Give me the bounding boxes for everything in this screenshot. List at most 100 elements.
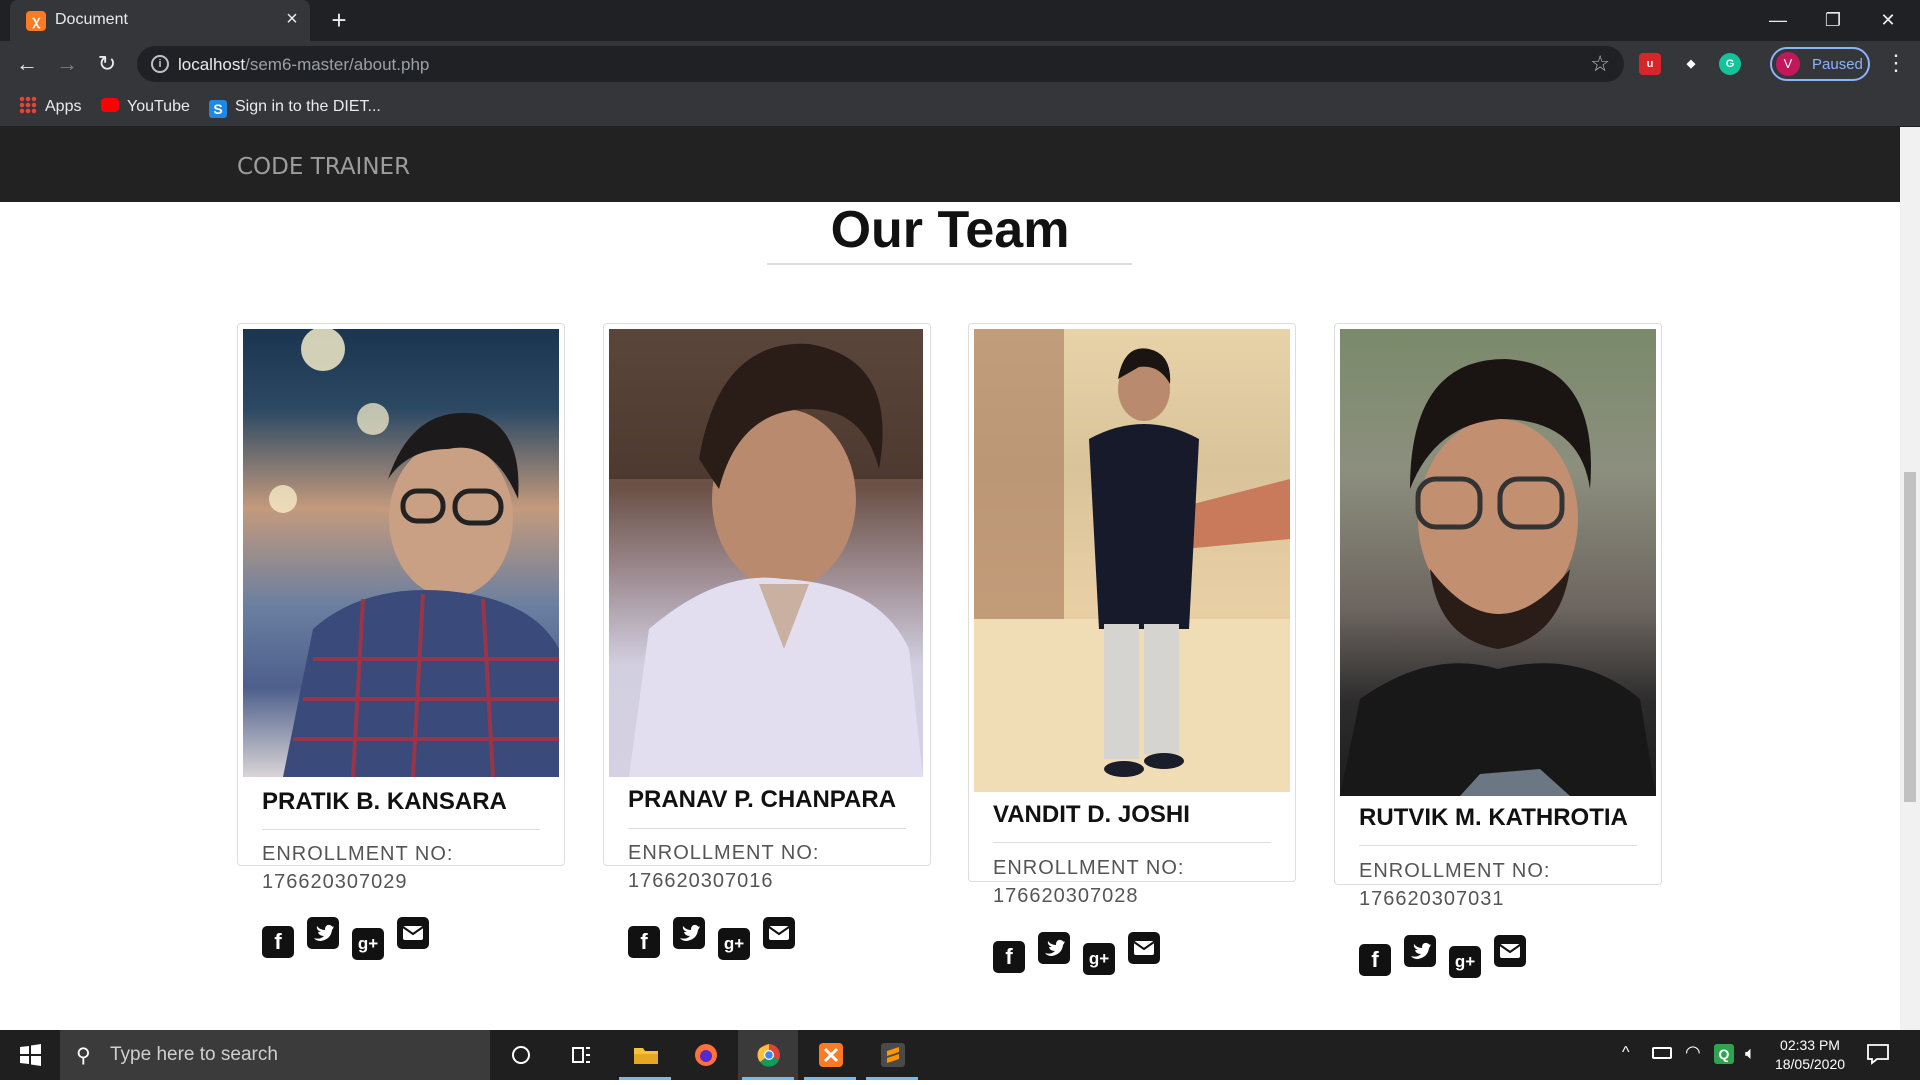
- envelope-icon[interactable]: [397, 917, 429, 949]
- reload-button[interactable]: ↻: [93, 50, 121, 78]
- social-links: f g+: [993, 932, 1173, 975]
- s-logo-icon: S: [209, 100, 227, 118]
- envelope-icon[interactable]: [1494, 935, 1526, 967]
- close-tab-icon[interactable]: ×: [280, 7, 304, 31]
- bookmarks-bar: Apps YouTube S Sign in to the DIET...: [0, 87, 1920, 127]
- chevron-up-icon[interactable]: ^: [1622, 1044, 1630, 1062]
- site-brand-link[interactable]: CODE TRAINER: [237, 154, 410, 180]
- page-viewport: CODE TRAINER Our Team PRATIK B. KANSARA …: [0, 127, 1900, 1030]
- twitter-icon[interactable]: [307, 917, 339, 949]
- taskbar-firefox[interactable]: [675, 1030, 735, 1080]
- restore-window-button[interactable]: ❐: [1810, 4, 1856, 36]
- taskbar-xampp[interactable]: [800, 1030, 860, 1080]
- clock-date: 18/05/2020: [1774, 1056, 1846, 1072]
- google-plus-icon[interactable]: g+: [1449, 946, 1481, 978]
- task-view-icon: [572, 1047, 590, 1063]
- apps-grid-icon: [19, 96, 37, 114]
- avatar: V: [1776, 52, 1800, 76]
- browser-toolbar: ← → ↻ i localhost/sem6-master/about.php …: [0, 41, 1920, 87]
- google-plus-icon[interactable]: g+: [1083, 943, 1115, 975]
- wifi-icon[interactable]: ◠: [1685, 1042, 1701, 1063]
- envelope-icon[interactable]: [763, 917, 795, 949]
- forward-button[interactable]: →: [53, 50, 81, 78]
- q-app-icon[interactable]: Q: [1714, 1044, 1734, 1064]
- twitter-icon[interactable]: [1038, 932, 1070, 964]
- envelope-icon[interactable]: [1128, 932, 1160, 964]
- member-name: VANDIT D. JOSHI: [993, 801, 1190, 828]
- google-plus-icon[interactable]: g+: [718, 928, 750, 960]
- facebook-icon[interactable]: f: [628, 926, 660, 958]
- site-info-icon[interactable]: i: [151, 55, 169, 73]
- back-button[interactable]: ←: [13, 50, 41, 78]
- xampp-icon: [819, 1043, 843, 1067]
- google-plus-icon[interactable]: g+: [352, 928, 384, 960]
- diamond-extension-icon[interactable]: ◆: [1680, 53, 1702, 75]
- volume-icon[interactable]: 🔈︎: [1745, 1043, 1756, 1064]
- bookmark-apps[interactable]: Apps: [19, 96, 81, 118]
- address-bar[interactable]: i localhost/sem6-master/about.php ☆: [137, 46, 1624, 82]
- windows-taskbar: ⚲ Type here to search ^ ◠ Q 🔈︎ 02:33 PM …: [0, 1030, 1920, 1080]
- team-member-card: RUTVIK M. KATHROTIA ENROLLMENT NO: 176620…: [1334, 323, 1662, 978]
- site-navbar: CODE TRAINER: [0, 127, 1900, 202]
- firefox-icon: [695, 1044, 717, 1066]
- facebook-icon[interactable]: f: [1359, 944, 1391, 976]
- browser-tab-strip: ꭓ Document × + — ❐ ✕: [0, 0, 1920, 41]
- member-photo: [974, 329, 1290, 792]
- search-icon: ⚲: [76, 1045, 91, 1067]
- cortana-circle-icon: [512, 1046, 530, 1064]
- heading-divider: [767, 263, 1132, 265]
- taskbar-file-explorer[interactable]: [615, 1030, 675, 1080]
- bookmark-youtube[interactable]: YouTube: [101, 96, 190, 118]
- member-name: PRATIK B. KANSARA: [262, 788, 507, 815]
- address-bar-url: localhost/sem6-master/about.php: [178, 55, 430, 74]
- team-member-card: PRATIK B. KANSARA ENROLLMENT NO: 17662030…: [237, 323, 565, 960]
- member-name: PRANAV P. CHANPARA: [628, 786, 897, 813]
- windows-logo-icon: [20, 1044, 41, 1066]
- minimize-window-button[interactable]: —: [1755, 4, 1801, 36]
- start-button[interactable]: [0, 1030, 60, 1080]
- member-enrollment: ENROLLMENT NO: 176620307029: [262, 843, 454, 893]
- profile-button[interactable]: V Paused: [1770, 47, 1870, 81]
- member-enrollment: ENROLLMENT NO: 176620307028: [993, 857, 1185, 907]
- taskbar-search[interactable]: ⚲ Type here to search: [60, 1030, 490, 1080]
- sublime-text-icon: [881, 1043, 905, 1067]
- cortana-button[interactable]: [490, 1030, 550, 1080]
- member-name: RUTVIK M. KATHROTIA: [1359, 804, 1628, 831]
- facebook-icon[interactable]: f: [993, 941, 1025, 973]
- search-placeholder: Type here to search: [110, 1044, 278, 1065]
- task-view-button[interactable]: [550, 1030, 610, 1080]
- battery-icon[interactable]: [1652, 1047, 1672, 1059]
- action-center-button[interactable]: [1865, 1042, 1891, 1066]
- card-divider: [628, 828, 906, 829]
- member-photo: [609, 329, 923, 777]
- ublock-extension-icon[interactable]: u: [1639, 53, 1661, 75]
- team-member-card: PRANAV P. CHANPARA ENROLLMENT NO: 1766203…: [603, 323, 931, 960]
- page-scrollbar[interactable]: [1900, 127, 1920, 1030]
- bookmark-star-icon[interactable]: ☆: [1590, 51, 1610, 77]
- social-links: f g+: [628, 917, 808, 960]
- card-divider: [993, 842, 1271, 843]
- taskbar-chrome[interactable]: [738, 1030, 798, 1080]
- grammarly-extension-icon[interactable]: G: [1719, 53, 1741, 75]
- youtube-icon: [101, 98, 119, 112]
- new-tab-button[interactable]: +: [325, 6, 353, 34]
- team-member-card: VANDIT D. JOSHI ENROLLMENT NO: 1766203070…: [968, 323, 1296, 975]
- taskbar-clock[interactable]: 02:33 PM 18/05/2020: [1765, 1036, 1855, 1074]
- chrome-icon: [757, 1044, 780, 1067]
- scrollbar-thumb[interactable]: [1904, 472, 1916, 802]
- facebook-icon[interactable]: f: [262, 926, 294, 958]
- card-divider: [1359, 845, 1637, 846]
- taskbar-sublime-text[interactable]: [862, 1030, 922, 1080]
- twitter-icon[interactable]: [673, 917, 705, 949]
- browser-menu-icon[interactable]: ⋮: [1885, 50, 1907, 76]
- social-links: f g+: [1359, 935, 1539, 978]
- member-enrollment: ENROLLMENT NO: 176620307016: [628, 842, 820, 892]
- browser-tab[interactable]: ꭓ Document ×: [10, 0, 310, 41]
- bookmark-diet-signin[interactable]: S Sign in to the DIET...: [209, 96, 381, 118]
- tab-title: Document: [55, 11, 128, 28]
- clock-time: 02:33 PM: [1780, 1037, 1840, 1053]
- twitter-icon[interactable]: [1404, 935, 1436, 967]
- close-window-button[interactable]: ✕: [1865, 4, 1911, 36]
- member-photo: [243, 329, 559, 777]
- card-divider: [262, 829, 540, 830]
